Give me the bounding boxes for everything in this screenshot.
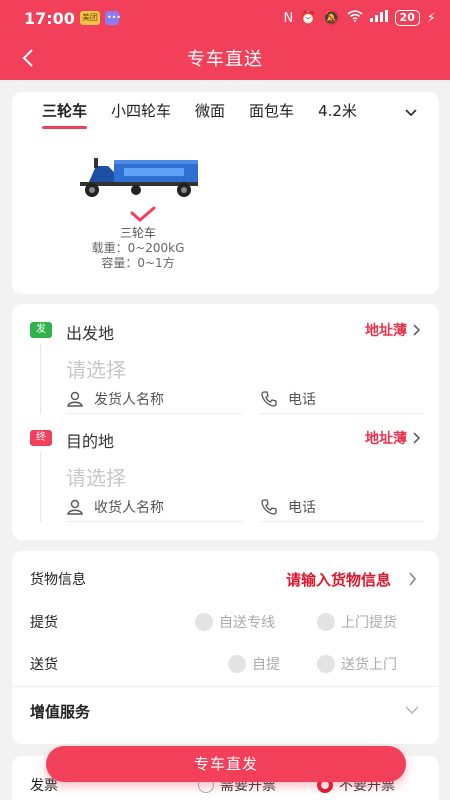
pickup-option-label: 上门提货 [341, 615, 397, 631]
radio-icon [195, 613, 213, 631]
tab-tricycle[interactable]: 三轮车 [42, 100, 88, 129]
radio-icon [317, 655, 335, 673]
chevron-right-icon[interactable] [407, 572, 417, 586]
tab-micro-van[interactable]: 微面 [195, 100, 225, 125]
delivery-row: 送货 自提 送货上门 [12, 652, 439, 676]
mute-icon: 🔕 [323, 10, 340, 26]
chevron-down-icon[interactable] [403, 104, 419, 120]
goods-info-row[interactable]: 货物信息 请输入货物信息 [12, 567, 439, 591]
submit-button[interactable]: 专车直发 [46, 746, 406, 782]
vehicle-card: 三轮车 小四轮车 微面 面包车 4.2米 三轮车 载重：0~200kG 容量：0… [12, 92, 439, 294]
person-icon [67, 499, 83, 515]
nfc-icon: N [283, 10, 294, 26]
origin-tag: 发 [30, 322, 52, 338]
tab-4-2m-truck[interactable]: 4.2米 [318, 100, 357, 125]
chevron-right-icon[interactable] [411, 432, 421, 444]
destination-address-input[interactable]: 请选择 [66, 462, 126, 491]
message-notification-icon: ••• [104, 11, 121, 25]
chevron-down-icon[interactable] [405, 705, 419, 715]
value-added-label: 增值服务 [30, 702, 91, 721]
delivery-option-label: 自提 [252, 657, 280, 673]
origin-title: 出发地 [66, 324, 115, 343]
delivery-label: 送货 [30, 657, 58, 673]
sender-name-placeholder: 发货人名称 [94, 391, 164, 408]
pickup-row: 提货 自送专线 上门提货 [12, 610, 439, 634]
chevron-left-icon [22, 49, 33, 67]
radio-icon [317, 613, 335, 631]
pickup-option-self-delivery[interactable]: 自送专线 [195, 612, 275, 632]
receiver-name-field[interactable]: 收货人名称 [66, 492, 242, 522]
alarm-icon: ⏰ [300, 10, 317, 26]
sender-name-field[interactable]: 发货人名称 [66, 384, 242, 414]
destination-tag: 终 [30, 430, 52, 446]
check-icon [130, 206, 156, 222]
tricycle-image [80, 158, 198, 197]
origin-connector [40, 344, 41, 414]
receiver-phone-placeholder: 电话 [288, 499, 316, 516]
signal-icon [369, 10, 388, 26]
back-button[interactable] [14, 44, 42, 72]
tab-mini-four-wheeler[interactable]: 小四轮车 [111, 100, 171, 125]
goods-info-label: 货物信息 [30, 572, 86, 588]
origin-address-book-link[interactable]: 地址薄 [365, 320, 407, 340]
phone-icon [261, 390, 277, 407]
destination-connector [40, 452, 41, 522]
address-card: 发 出发地 地址薄 请选择 发货人名称 电话 终 目的地 地址薄 请选择 收货人… [12, 304, 439, 540]
nav-bar: 专车直送 [0, 36, 450, 80]
vehicle-volume: 容量：0~1方 [101, 256, 175, 270]
destination-address-book-link[interactable]: 地址薄 [365, 428, 407, 448]
app-notification-icon: 美团 [79, 11, 100, 25]
page-title: 专车直送 [187, 49, 263, 70]
origin-address-input[interactable]: 请选择 [66, 354, 126, 383]
status-bar: 17:00 美团 ••• N ⏰ 🔕 20 ⚡ [0, 0, 450, 36]
pickup-option-door-pickup[interactable]: 上门提货 [317, 612, 397, 632]
value-added-row[interactable]: 增值服务 [12, 699, 439, 723]
receiver-phone-field[interactable]: 电话 [260, 492, 424, 522]
receiver-name-placeholder: 收货人名称 [94, 499, 164, 516]
goods-card: 货物信息 请输入货物信息 提货 自送专线 上门提货 送货 自提 送货上门 增值服… [12, 551, 439, 744]
sender-phone-field[interactable]: 电话 [260, 384, 424, 414]
radio-icon [228, 655, 246, 673]
status-icons: N ⏰ 🔕 20 ⚡ [283, 10, 436, 26]
selected-vehicle[interactable]: 三轮车 载重：0~200kG 容量：0~1方 [74, 144, 204, 270]
goods-info-prompt[interactable]: 请输入货物信息 [286, 569, 391, 590]
charging-icon: ⚡ [426, 10, 436, 26]
person-icon [67, 391, 83, 407]
delivery-option-self-pickup[interactable]: 自提 [228, 654, 280, 674]
pickup-option-label: 自送专线 [219, 615, 275, 631]
tab-van[interactable]: 面包车 [249, 100, 294, 125]
status-time: 17:00 [24, 8, 75, 28]
delivery-option-door-delivery[interactable]: 送货上门 [317, 654, 397, 674]
destination-title: 目的地 [66, 432, 115, 451]
sender-phone-placeholder: 电话 [288, 391, 316, 408]
battery-indicator: 20 [394, 10, 420, 26]
pickup-label: 提货 [30, 615, 58, 631]
divider [12, 686, 439, 687]
phone-icon [261, 498, 277, 515]
wifi-icon [346, 10, 363, 26]
chevron-right-icon[interactable] [411, 324, 421, 336]
delivery-option-label: 送货上门 [341, 657, 397, 673]
vehicle-tabs: 三轮车 小四轮车 微面 面包车 4.2米 [12, 92, 439, 132]
